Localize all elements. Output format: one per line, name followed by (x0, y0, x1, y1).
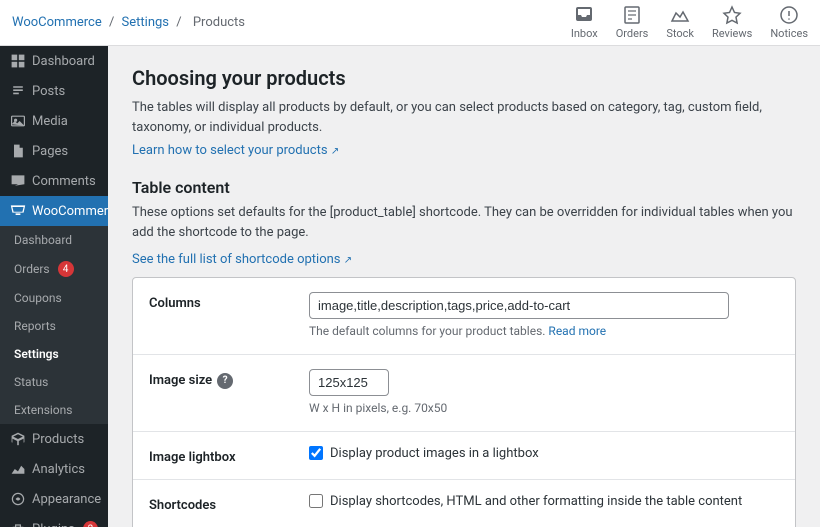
columns-field: The default columns for your product tab… (309, 292, 779, 340)
shortcode-link[interactable]: See the full list of shortcode options ↗ (132, 252, 352, 267)
columns-read-more[interactable]: Read more (548, 324, 606, 338)
orders-icon[interactable]: Orders (616, 5, 649, 40)
page-title: Choosing your products (132, 66, 796, 90)
breadcrumb-current: Products (193, 15, 245, 30)
sidebar-item-pages[interactable]: Pages (0, 136, 108, 166)
sidebar-item-posts[interactable]: Posts (0, 76, 108, 106)
sidebar-item-woo-reports[interactable]: Reports (0, 312, 108, 340)
shortcodes-checkbox-label[interactable]: Display shortcodes, HTML and other forma… (330, 494, 742, 509)
reviews-icon[interactable]: Reviews (712, 5, 752, 40)
settings-table: Columns The default columns for your pro… (132, 277, 796, 527)
shortcodes-label: Shortcodes (149, 494, 309, 513)
breadcrumb-settings[interactable]: Settings (122, 15, 169, 30)
sidebar-item-woo-orders[interactable]: Orders 4 (0, 254, 108, 284)
sidebar-item-dashboard[interactable]: Dashboard (0, 46, 108, 76)
sidebar-item-woo-settings[interactable]: Settings (0, 340, 108, 368)
columns-label: Columns (149, 292, 309, 311)
image-lightbox-row: Image lightbox Display product images in… (133, 432, 795, 480)
sidebar-item-woo-dashboard[interactable]: Dashboard (0, 226, 108, 254)
shortcodes-checkbox[interactable] (309, 494, 323, 508)
sidebar-item-plugins[interactable]: Plugins 2 (0, 514, 108, 527)
sidebar-item-woo-status[interactable]: Status (0, 368, 108, 396)
stock-icon[interactable]: Stock (666, 5, 694, 40)
image-lightbox-label: Image lightbox (149, 446, 309, 465)
image-lightbox-field: Display product images in a lightbox (309, 446, 779, 461)
image-size-field: W x H in pixels, e.g. 70x50 (309, 369, 779, 417)
breadcrumb-woocommerce[interactable]: WooCommerce (12, 15, 102, 30)
external-link-icon: ↗ (331, 146, 339, 157)
image-lightbox-checkbox[interactable] (309, 446, 323, 460)
sidebar-item-appearance[interactable]: Appearance (0, 484, 108, 514)
orders-badge: 4 (58, 261, 74, 277)
intro-text: The tables will display all products by … (132, 98, 796, 137)
sidebar-item-products[interactable]: Products (0, 424, 108, 454)
table-content-title: Table content (132, 178, 796, 197)
image-lightbox-checkbox-label[interactable]: Display product images in a lightbox (330, 446, 539, 461)
columns-hint: The default columns for your product tab… (309, 323, 779, 340)
image-size-hint: W x H in pixels, e.g. 70x50 (309, 400, 779, 417)
top-bar: WooCommerce / Settings / Products Inbox … (0, 0, 820, 46)
sidebar: Dashboard Posts Media Pages Comments Woo… (0, 46, 108, 527)
sidebar-item-media[interactable]: Media (0, 106, 108, 136)
sidebar-item-woo-extensions[interactable]: Extensions (0, 396, 108, 424)
main-content: Choosing your products The tables will d… (108, 46, 820, 527)
notices-icon[interactable]: Notices (770, 5, 808, 40)
topbar-icons: Inbox Orders Stock Reviews Notices (571, 5, 808, 40)
columns-input[interactable] (309, 292, 729, 319)
image-size-help-icon[interactable]: ? (217, 373, 233, 389)
sidebar-item-woocommerce[interactable]: WooCommerce (0, 196, 108, 226)
breadcrumb: WooCommerce / Settings / Products (12, 15, 249, 30)
sidebar-item-analytics[interactable]: Analytics (0, 454, 108, 484)
sidebar-item-comments[interactable]: Comments (0, 166, 108, 196)
table-section-desc: These options set defaults for the [prod… (132, 203, 796, 242)
woocommerce-submenu: Dashboard Orders 4 Coupons Reports Setti… (0, 226, 108, 424)
shortcodes-row: Shortcodes Display shortcodes, HTML and … (133, 480, 795, 527)
image-size-row: Image size ? W x H in pixels, e.g. 70x50 (133, 355, 795, 432)
shortcodes-field: Display shortcodes, HTML and other forma… (309, 494, 779, 509)
image-size-input[interactable] (309, 369, 389, 396)
learn-link[interactable]: Learn how to select your products ↗ (132, 143, 339, 158)
image-size-label: Image size ? (149, 369, 309, 389)
external-link-icon-2: ↗ (344, 255, 352, 266)
sidebar-item-woo-coupons[interactable]: Coupons (0, 284, 108, 312)
inbox-icon[interactable]: Inbox (571, 5, 598, 40)
columns-row: Columns The default columns for your pro… (133, 278, 795, 355)
plugins-badge: 2 (83, 521, 98, 527)
